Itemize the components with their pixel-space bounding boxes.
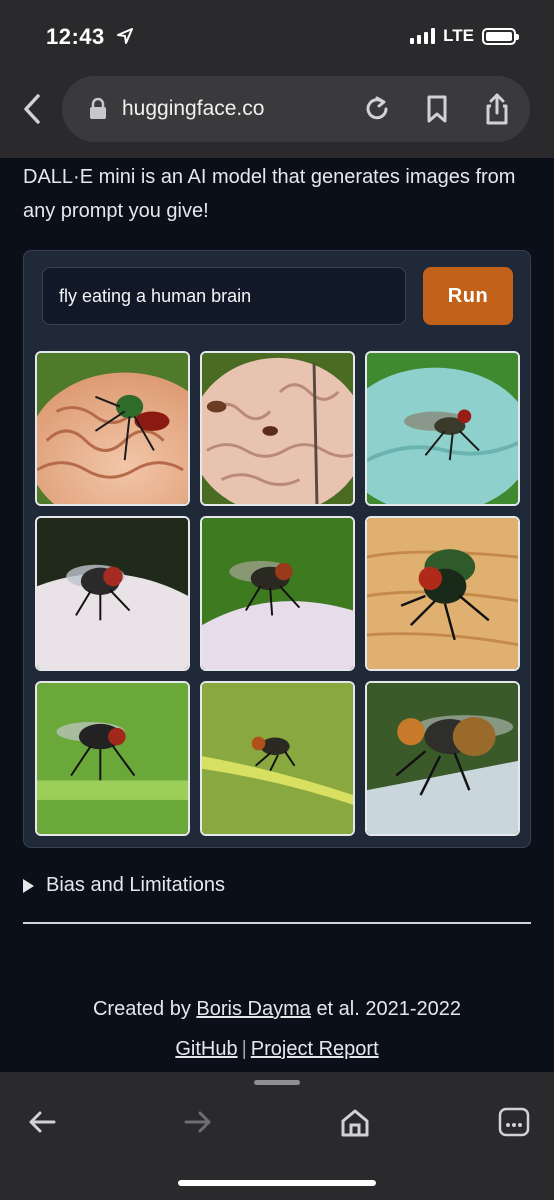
signal-icon (410, 28, 436, 44)
network-label: LTE (443, 26, 474, 45)
generated-image[interactable] (365, 681, 520, 836)
footer-suffix: et al. 2021-2022 (316, 998, 461, 1020)
arrow-right-icon (180, 1104, 216, 1140)
image-grid (35, 351, 521, 836)
home-indicator[interactable] (178, 1180, 376, 1186)
generated-image[interactable] (365, 351, 520, 506)
prompt-value: fly eating a human brain (59, 285, 252, 306)
generated-image[interactable] (200, 681, 355, 836)
lock-icon (88, 97, 108, 121)
page-content: DALL·E mini is an AI model that generate… (0, 158, 554, 1072)
github-link[interactable]: GitHub (175, 1038, 237, 1060)
project-report-link[interactable]: Project Report (251, 1038, 379, 1060)
status-indicators: LTE (410, 26, 519, 46)
url-bar[interactable]: huggingface.co (62, 76, 530, 142)
more-icon[interactable] (496, 1104, 532, 1140)
bias-label: Bias and Limitations (46, 874, 225, 896)
prompt-input[interactable]: fly eating a human brain (42, 267, 406, 325)
divider (23, 922, 531, 924)
bias-limitations-toggle[interactable]: Bias and Limitations (23, 874, 225, 897)
url-text: huggingface.co (122, 97, 265, 120)
generated-image[interactable] (35, 681, 190, 836)
footer-credit: Created by Boris Dayma et al. 2021-2022 (0, 998, 554, 1021)
back-chevron-icon[interactable] (20, 92, 46, 126)
run-button[interactable]: Run (423, 267, 513, 325)
arrow-left-icon[interactable] (24, 1104, 60, 1140)
reload-icon[interactable] (362, 92, 392, 126)
intro-text: DALL·E mini is an AI model that generate… (23, 166, 516, 222)
status-time-text: 12:43 (46, 24, 105, 49)
browser-chrome: 12:43 LTE huggingface.co (0, 0, 554, 158)
share-icon[interactable] (482, 92, 512, 126)
status-time: 12:43 (46, 24, 134, 50)
generator-panel: fly eating a human brain Run (23, 250, 531, 848)
footer-created-by: Created by (92, 998, 191, 1020)
home-icon[interactable] (337, 1104, 373, 1140)
battery-icon (482, 27, 519, 45)
footer-links: GitHub | Project Report (0, 1038, 554, 1061)
footer-separator: | (241, 1038, 247, 1060)
sheet-grabber[interactable] (254, 1080, 300, 1085)
bookmark-icon[interactable] (422, 92, 452, 126)
author-link[interactable]: Boris Dayma (196, 998, 310, 1020)
generated-image[interactable] (35, 516, 190, 671)
disclosure-triangle-icon (23, 878, 34, 893)
generated-image[interactable] (35, 351, 190, 506)
generated-image[interactable] (200, 351, 355, 506)
url-actions (362, 92, 512, 126)
generated-image[interactable] (200, 516, 355, 671)
generated-image[interactable] (365, 516, 520, 671)
location-arrow-icon (117, 24, 134, 50)
